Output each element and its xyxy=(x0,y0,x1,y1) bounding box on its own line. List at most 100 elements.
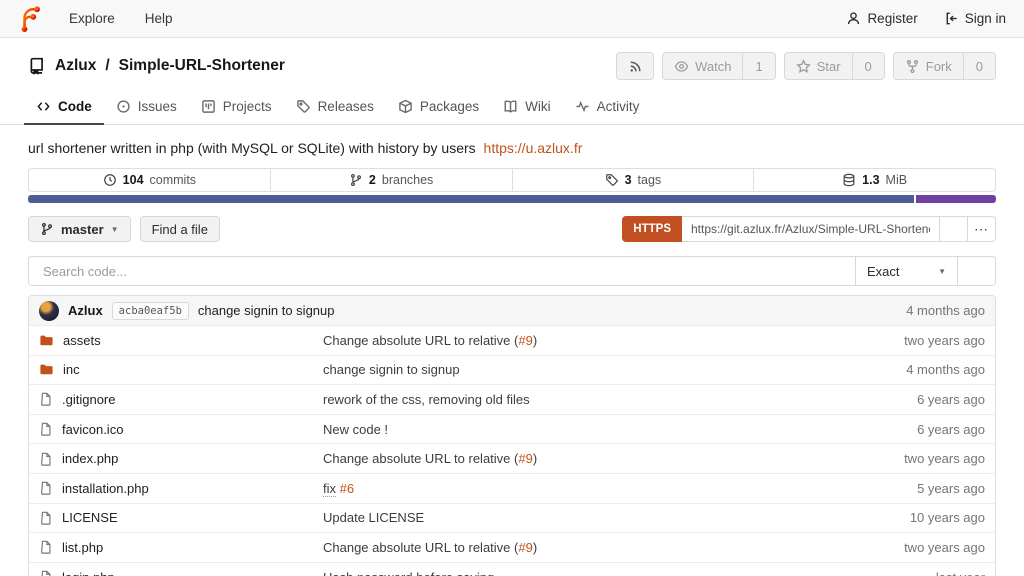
issue-link[interactable]: #9 xyxy=(518,451,532,466)
tab-label: Releases xyxy=(317,99,374,114)
language-bar[interactable] xyxy=(28,195,996,203)
size-count: 1.3 xyxy=(862,173,880,187)
file-age: two years ago xyxy=(904,451,985,467)
commit-message-link[interactable]: Hash password before saving xyxy=(323,570,494,576)
tab-projects[interactable]: Projects xyxy=(189,90,284,125)
chevron-down-icon: ▼ xyxy=(938,266,946,276)
fork-count[interactable]: 0 xyxy=(962,53,995,79)
https-button[interactable]: HTTPS xyxy=(622,216,682,242)
commit-message-link[interactable]: ) xyxy=(533,451,537,466)
commit-sha-badge[interactable]: acba0eaf5b xyxy=(111,301,189,320)
watch-label: Watch xyxy=(695,58,732,74)
watch-button[interactable]: Watch xyxy=(663,53,742,79)
pulse-icon xyxy=(576,100,589,113)
code-icon xyxy=(37,102,50,111)
issue-link[interactable]: #9 xyxy=(518,333,532,348)
tags-stat[interactable]: 3 tags xyxy=(511,169,754,191)
file-link[interactable]: installation.php xyxy=(39,481,323,496)
commit-message-link[interactable]: Change absolute URL to relative ( xyxy=(323,540,518,555)
branch-name: master xyxy=(61,221,104,237)
file-link[interactable]: assets xyxy=(39,333,323,348)
search-input[interactable] xyxy=(29,257,855,285)
tab-issues[interactable]: Issues xyxy=(104,90,189,125)
nav-explore[interactable]: Explore xyxy=(54,11,130,26)
watch-count[interactable]: 1 xyxy=(742,53,775,79)
find-file-button[interactable]: Find a file xyxy=(139,216,220,242)
repo-tabs: Code Issues Projects Releases Packages W… xyxy=(0,90,1024,125)
commit-message-link[interactable]: change signin to signup xyxy=(198,303,335,318)
repo-icon xyxy=(30,57,43,75)
search-mode-value: Exact xyxy=(867,263,900,279)
tab-packages[interactable]: Packages xyxy=(386,90,491,125)
book-icon xyxy=(504,100,517,113)
issue-link[interactable]: #6 xyxy=(336,481,354,496)
commit-author-link[interactable]: Azlux xyxy=(68,303,103,318)
language-segment xyxy=(915,195,996,203)
size-label: MiB xyxy=(885,173,908,187)
copy-icon xyxy=(947,222,961,236)
nav-help[interactable]: Help xyxy=(130,11,188,26)
repo-name-link[interactable]: Simple-URL-Shortener xyxy=(119,57,285,75)
branch-selector[interactable]: master ▼ xyxy=(28,216,131,242)
tags-label: tags xyxy=(637,173,662,187)
file-link[interactable]: index.php xyxy=(39,451,323,466)
register-link[interactable]: Register xyxy=(846,11,918,26)
tab-activity[interactable]: Activity xyxy=(563,90,652,125)
file-link[interactable]: favicon.ico xyxy=(39,422,323,437)
commit-message-link[interactable]: change signin to signup xyxy=(323,362,460,377)
latest-commit-row: Azlux acba0eaf5b change signin to signup… xyxy=(29,296,995,325)
forgejo-logo-icon[interactable] xyxy=(18,5,44,32)
file-link[interactable]: login.php xyxy=(39,570,323,576)
website-link[interactable]: https://u.azlux.fr xyxy=(484,140,583,156)
package-icon xyxy=(399,99,412,114)
file-age: 6 years ago xyxy=(917,421,985,437)
commits-stat[interactable]: 104 commits xyxy=(29,169,270,191)
fork-button[interactable]: Fork xyxy=(894,53,963,79)
tag-icon xyxy=(296,100,310,113)
size-stat[interactable]: 1.3 MiB xyxy=(753,169,995,191)
file-row: login.php Hash password before saving la… xyxy=(29,561,995,576)
find-file-label: Find a file xyxy=(151,221,208,237)
commit-message-link[interactable]: Change absolute URL to relative ( xyxy=(323,333,518,348)
watch-button-group: Watch 1 xyxy=(662,52,776,80)
star-button[interactable]: Star xyxy=(785,53,852,79)
commit-message-link[interactable]: New code ! xyxy=(323,422,388,437)
file-link[interactable]: inc xyxy=(39,362,323,377)
branches-stat[interactable]: 2 branches xyxy=(269,169,512,191)
person-icon xyxy=(848,12,860,25)
tab-releases[interactable]: Releases xyxy=(284,90,386,125)
commit-message-link[interactable]: fix xyxy=(323,480,336,497)
issue-link[interactable]: #9 xyxy=(518,540,532,555)
rss-icon xyxy=(630,60,641,72)
commit-message-link[interactable]: ) xyxy=(533,540,537,555)
tab-label: Activity xyxy=(596,99,640,114)
branches-count: 2 xyxy=(368,173,376,187)
commit-message-link[interactable]: Change absolute URL to relative ( xyxy=(323,451,518,466)
copy-url-button[interactable] xyxy=(940,216,968,242)
file-link[interactable]: .gitignore xyxy=(39,392,323,407)
signin-label: Sign in xyxy=(964,11,1006,26)
commit-message-link[interactable]: Update LICENSE xyxy=(323,510,424,525)
star-count[interactable]: 0 xyxy=(851,53,884,79)
tab-wiki[interactable]: Wiki xyxy=(491,90,563,125)
star-label: Star xyxy=(816,58,841,74)
file-link[interactable]: list.php xyxy=(39,540,323,555)
avatar[interactable] xyxy=(39,300,59,321)
tab-code[interactable]: Code xyxy=(24,90,104,125)
file-age: two years ago xyxy=(904,539,985,555)
rss-button[interactable] xyxy=(616,52,655,80)
search-button[interactable] xyxy=(957,257,995,285)
code-search-bar: Exact ▼ xyxy=(28,256,996,286)
file-link[interactable]: LICENSE xyxy=(39,510,323,525)
clone-url-input[interactable] xyxy=(682,216,940,242)
search-mode-select[interactable]: Exact ▼ xyxy=(855,257,957,285)
file-name: installation.php xyxy=(62,480,149,496)
file-age: 4 months ago xyxy=(906,362,985,378)
commit-message-link[interactable]: ) xyxy=(533,333,537,348)
file-icon xyxy=(39,481,53,495)
signin-link[interactable]: Sign in xyxy=(944,11,1006,26)
repo-owner-link[interactable]: Azlux xyxy=(55,57,96,75)
more-actions-button[interactable]: ⋯ xyxy=(968,216,996,242)
commit-message-link[interactable]: rework of the css, removing old files xyxy=(323,392,530,407)
repo-main: url shortener written in php (with MySQL… xyxy=(0,140,1024,576)
